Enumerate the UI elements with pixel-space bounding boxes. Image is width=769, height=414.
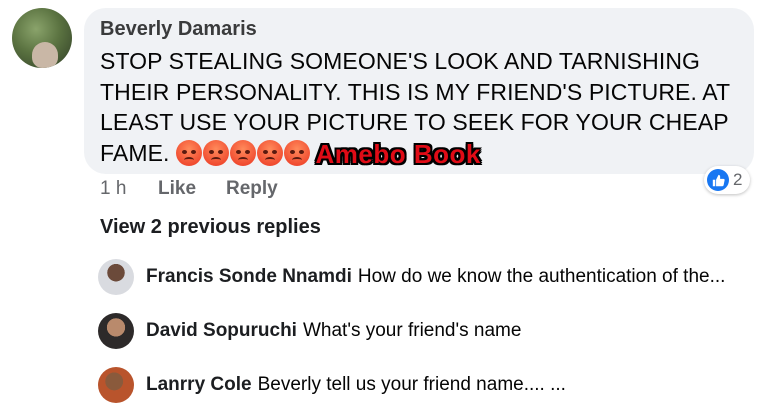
reply-text: Beverly tell us your friend name.... ... bbox=[257, 374, 566, 395]
reply-author[interactable]: Lanrry Cole bbox=[146, 374, 252, 395]
reply-author[interactable]: David Sopuruchi bbox=[146, 320, 297, 341]
reply-content: Francis Sonde Nnamdi How do we know the a… bbox=[146, 266, 725, 288]
reply-avatar[interactable] bbox=[98, 367, 134, 403]
emoji-group bbox=[175, 139, 310, 166]
like-button[interactable]: Like bbox=[158, 178, 196, 200]
reaction-count: 2 bbox=[733, 170, 743, 189]
angry-face-icon bbox=[229, 139, 256, 166]
reply-content: David Sopuruchi What's your friend's name bbox=[146, 320, 521, 342]
reply-avatar[interactable] bbox=[98, 313, 134, 349]
reply-text: How do we know the authentication of the… bbox=[357, 266, 726, 287]
reply-item: Lanrry Cole Beverly tell us your friend n… bbox=[98, 366, 758, 404]
commenter-avatar[interactable] bbox=[12, 8, 72, 68]
view-previous-replies-link[interactable]: View 2 previous replies bbox=[100, 216, 321, 239]
comment-text: STOP STEALING SOMEONE'S LOOK AND TARNISH… bbox=[100, 46, 740, 169]
comment-timestamp[interactable]: 1 h bbox=[100, 178, 126, 200]
angry-face-icon bbox=[283, 139, 310, 166]
angry-face-icon bbox=[175, 139, 202, 166]
reply-text: What's your friend's name bbox=[302, 320, 522, 341]
angry-face-icon bbox=[202, 139, 229, 166]
reply-item: David Sopuruchi What's your friend's name bbox=[98, 312, 758, 350]
reply-button[interactable]: Reply bbox=[226, 178, 278, 200]
comment-author[interactable]: Beverly Damaris bbox=[100, 18, 257, 41]
watermark-label: Amebo Book bbox=[315, 138, 481, 169]
reply-author[interactable]: Francis Sonde Nnamdi bbox=[146, 266, 352, 287]
reply-avatar[interactable] bbox=[98, 259, 134, 295]
like-icon bbox=[707, 169, 729, 191]
reaction-summary[interactable]: 2 bbox=[704, 166, 751, 194]
angry-face-icon bbox=[256, 139, 283, 166]
reply-content: Lanrry Cole Beverly tell us your friend n… bbox=[146, 374, 566, 396]
reply-item: Francis Sonde Nnamdi How do we know the a… bbox=[98, 258, 758, 296]
